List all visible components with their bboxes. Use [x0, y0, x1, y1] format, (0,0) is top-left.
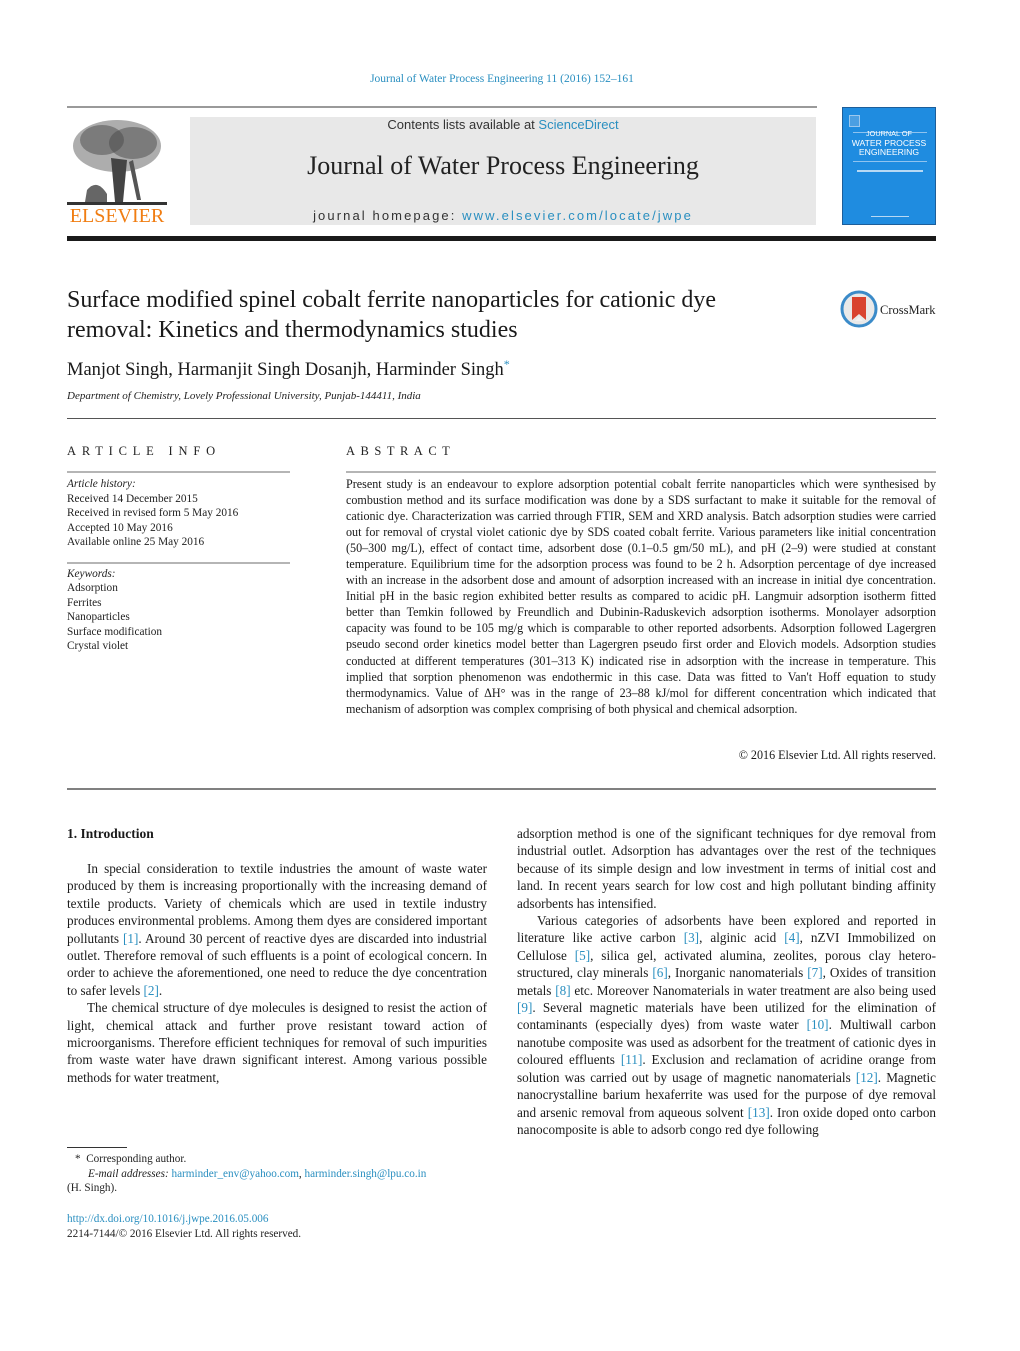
top-divider: [67, 106, 817, 108]
body-text: , alginic acid: [699, 930, 785, 946]
body-column-left: In special consideration to textile indu…: [67, 860, 487, 1086]
abstract-text: Present study is an endeavour to explore…: [346, 477, 936, 716]
footnote-mark: *: [75, 1153, 81, 1165]
citation-link[interactable]: [2]: [144, 983, 159, 998]
history-label: Article history:: [67, 478, 136, 490]
email-link[interactable]: harminder.singh@lpu.co.in: [305, 1168, 427, 1180]
keywords-label: Keywords:: [67, 568, 116, 580]
citation-link[interactable]: [4]: [784, 930, 799, 945]
cover-rule: [853, 161, 927, 162]
history-item: Available online 25 May 2016: [67, 536, 205, 548]
keyword: Ferrites: [67, 596, 102, 609]
email-link[interactable]: harminder_env@yahoo.com: [171, 1168, 298, 1180]
history-item: Received 14 December 2015: [67, 492, 198, 505]
running-head[interactable]: Journal of Water Process Engineering 11 …: [0, 73, 1004, 85]
cover-publisher-icon: [849, 115, 860, 127]
citation-link[interactable]: [13]: [748, 1105, 770, 1120]
keyword: Adsorption: [67, 582, 118, 595]
footnote-corresponding: * Corresponding author.: [67, 1152, 487, 1167]
cover-editor-line: [857, 170, 923, 172]
history-item: Received in revised form 5 May 2016: [67, 507, 239, 519]
elsevier-tree-icon: [67, 120, 167, 205]
citation-link[interactable]: [10]: [807, 1017, 829, 1032]
cover-issue-line: [871, 216, 909, 217]
history-item: Accepted 10 May 2016: [67, 521, 173, 534]
article-title: Surface modified spinel cobalt ferrite n…: [67, 287, 717, 343]
body-text: adsorption method is one of the signific…: [517, 826, 936, 911]
footnote-name: (H. Singh).: [67, 1182, 118, 1195]
citation-link[interactable]: [5]: [575, 948, 590, 963]
homepage-line: journal homepage: www.elsevier.com/locat…: [190, 208, 816, 223]
article-history: Article history: Received 14 December 20…: [67, 477, 292, 550]
citation-link[interactable]: [8]: [555, 983, 570, 998]
homepage-link[interactable]: www.elsevier.com/locate/jwpe: [462, 208, 693, 223]
divider: [67, 471, 290, 473]
body-text: , Inorganic nanomaterials: [667, 965, 808, 981]
citation-link[interactable]: [1]: [123, 931, 138, 946]
citation-link[interactable]: [6]: [652, 965, 667, 980]
citation-link[interactable]: [11]: [621, 1052, 642, 1067]
journal-title: Journal of Water Process Engineering: [307, 151, 699, 180]
contents-prefix: Contents lists available at: [387, 117, 539, 132]
footnote-corresponding-text: Corresponding author.: [86, 1153, 187, 1165]
divider: [346, 471, 936, 473]
elsevier-wordmark: ELSEVIER: [69, 205, 165, 227]
keyword: Crystal violet: [67, 640, 129, 653]
author-list: Manjot Singh, Harmanjit Singh Dosanjh, H…: [67, 357, 510, 381]
keyword: Nanoparticles: [67, 611, 130, 624]
sciencedirect-link[interactable]: ScienceDirect: [538, 117, 618, 132]
contents-line: Contents lists available at ScienceDirec…: [190, 117, 816, 132]
journal-cover-thumbnail[interactable]: JOURNAL OF WATER PROCESS ENGINEERING: [842, 107, 936, 225]
homepage-prefix: journal homepage:: [313, 208, 463, 223]
doi-block: http://dx.doi.org/10.1016/j.jwpe.2016.05…: [67, 1212, 301, 1241]
crossmark-label: CrossMark: [880, 303, 936, 317]
header-thick-divider: [67, 236, 936, 241]
citation-link[interactable]: [3]: [684, 930, 699, 945]
body-paragraph: The chemical structure of dye molecules …: [67, 999, 487, 1086]
issn-line: 2214-7144/© 2016 Elsevier Ltd. All right…: [67, 1227, 302, 1240]
cover-title: JOURNAL OF WATER PROCESS ENGINEERING: [843, 129, 935, 158]
divider: [67, 562, 290, 564]
divider: [67, 418, 936, 419]
article-info-heading: ARTICLE INFO: [67, 444, 221, 458]
footnote-divider: [67, 1147, 127, 1148]
body-text: etc. Moreover Nanomaterials in water tre…: [570, 982, 936, 998]
journal-masthead: Contents lists available at ScienceDirec…: [190, 117, 816, 225]
keywords: Keywords: Adsorption Ferrites Nanopartic…: [67, 567, 292, 653]
divider: [67, 788, 936, 790]
crossmark-icon: [840, 290, 878, 328]
body-paragraph: Various categories of adsorbents have be…: [517, 912, 936, 1138]
footnote-emails: E-mail addresses: harminder_env@yahoo.co…: [88, 1167, 427, 1180]
body-paragraph: In special consideration to textile indu…: [67, 860, 487, 999]
keyword: Surface modification: [67, 625, 163, 638]
elsevier-logo[interactable]: ELSEVIER: [67, 118, 167, 228]
authors-names[interactable]: Manjot Singh, Harmanjit Singh Dosanjh, H…: [67, 360, 504, 380]
abstract-heading: ABSTRACT: [346, 444, 456, 458]
crossmark-button[interactable]: CrossMark: [840, 290, 940, 330]
body-text: .: [158, 982, 163, 998]
citation-link[interactable]: [12]: [856, 1070, 878, 1085]
section-heading-introduction: 1. Introduction: [67, 826, 154, 841]
corresponding-author-mark[interactable]: *: [504, 357, 510, 371]
abstract-copyright: © 2016 Elsevier Ltd. All rights reserved…: [738, 748, 936, 762]
body-paragraph: adsorption method is one of the signific…: [517, 825, 936, 912]
affiliation: Department of Chemistry, Lovely Professi…: [67, 390, 421, 402]
body-column-right: adsorption method is one of the signific…: [517, 825, 936, 1138]
email-label: E-mail addresses:: [88, 1167, 169, 1180]
doi-link[interactable]: http://dx.doi.org/10.1016/j.jwpe.2016.05…: [67, 1212, 301, 1227]
cover-title-line: ENGINEERING: [858, 147, 920, 157]
citation-link[interactable]: [7]: [807, 965, 822, 980]
citation-link[interactable]: [9]: [517, 1000, 532, 1015]
body-text: The chemical structure of dye molecules …: [67, 1000, 487, 1085]
footnote: * Corresponding author. E-mail addresses…: [67, 1152, 487, 1196]
